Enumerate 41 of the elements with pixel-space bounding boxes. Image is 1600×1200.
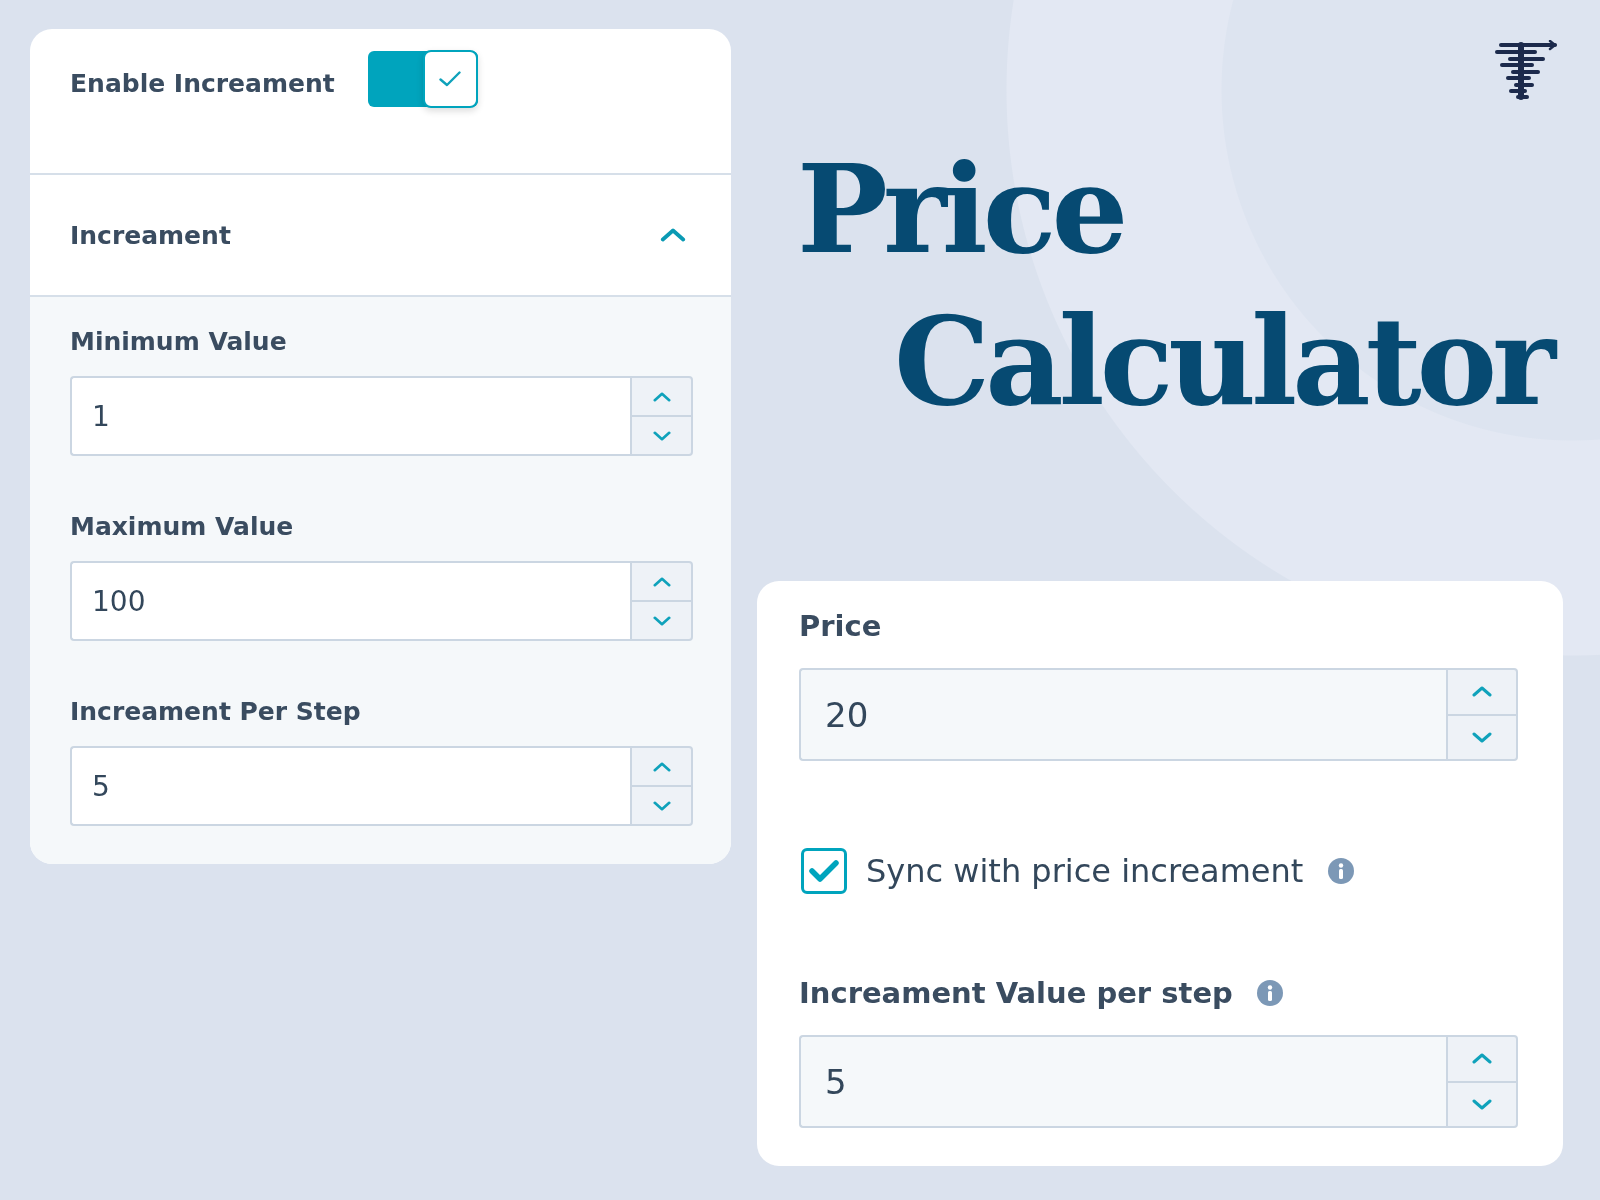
number-input[interactable]: 5 [70,746,630,826]
chevron-down-icon [1472,1098,1492,1110]
field-label: Maximum Value [70,511,294,543]
increment-button[interactable] [1446,1035,1518,1082]
check-icon [809,859,839,883]
increment-button[interactable] [1446,668,1518,715]
toggle-label: Enable Increament [70,68,335,100]
number-input[interactable]: 5 [799,1035,1446,1128]
decrement-button[interactable] [1446,1081,1518,1128]
info-icon [1256,980,1283,1006]
field-label: Price [799,608,882,645]
decrement-button[interactable] [630,786,693,826]
field-label: Increament Value per step [799,975,1233,1012]
check-icon [439,71,462,87]
chevron-up-icon [652,761,671,772]
decrement-button[interactable] [1446,714,1518,761]
logo-icon [1495,40,1559,101]
title-text: Price [797,137,1130,283]
chevron-up-icon [652,576,671,587]
number-input[interactable]: 20 [799,668,1446,761]
increment-button[interactable] [630,561,693,601]
chevron-down-icon [1472,731,1492,743]
decrement-button[interactable] [630,416,693,456]
field-label: Increament Per Step [70,696,361,728]
chevron-up-icon [1472,686,1492,698]
title-text: Calculator [894,289,1559,435]
decrement-button[interactable] [630,601,693,641]
chevron-down-icon [652,615,671,626]
number-input[interactable]: 1 [70,376,630,456]
toggle-switch[interactable] [367,51,478,107]
info-icon [1328,858,1355,884]
chevron-up-icon [652,391,671,402]
increment-button[interactable] [630,746,693,786]
field-label: Minimum Value [70,326,287,358]
chevron-down-icon [652,800,671,811]
checkbox-label: Sync with price increament [866,852,1304,890]
increment-button[interactable] [630,376,693,416]
number-input[interactable]: 100 [70,561,630,641]
checkbox[interactable] [801,848,847,894]
chevron-up-icon [1472,1053,1492,1065]
chevron-down-icon [652,430,671,441]
